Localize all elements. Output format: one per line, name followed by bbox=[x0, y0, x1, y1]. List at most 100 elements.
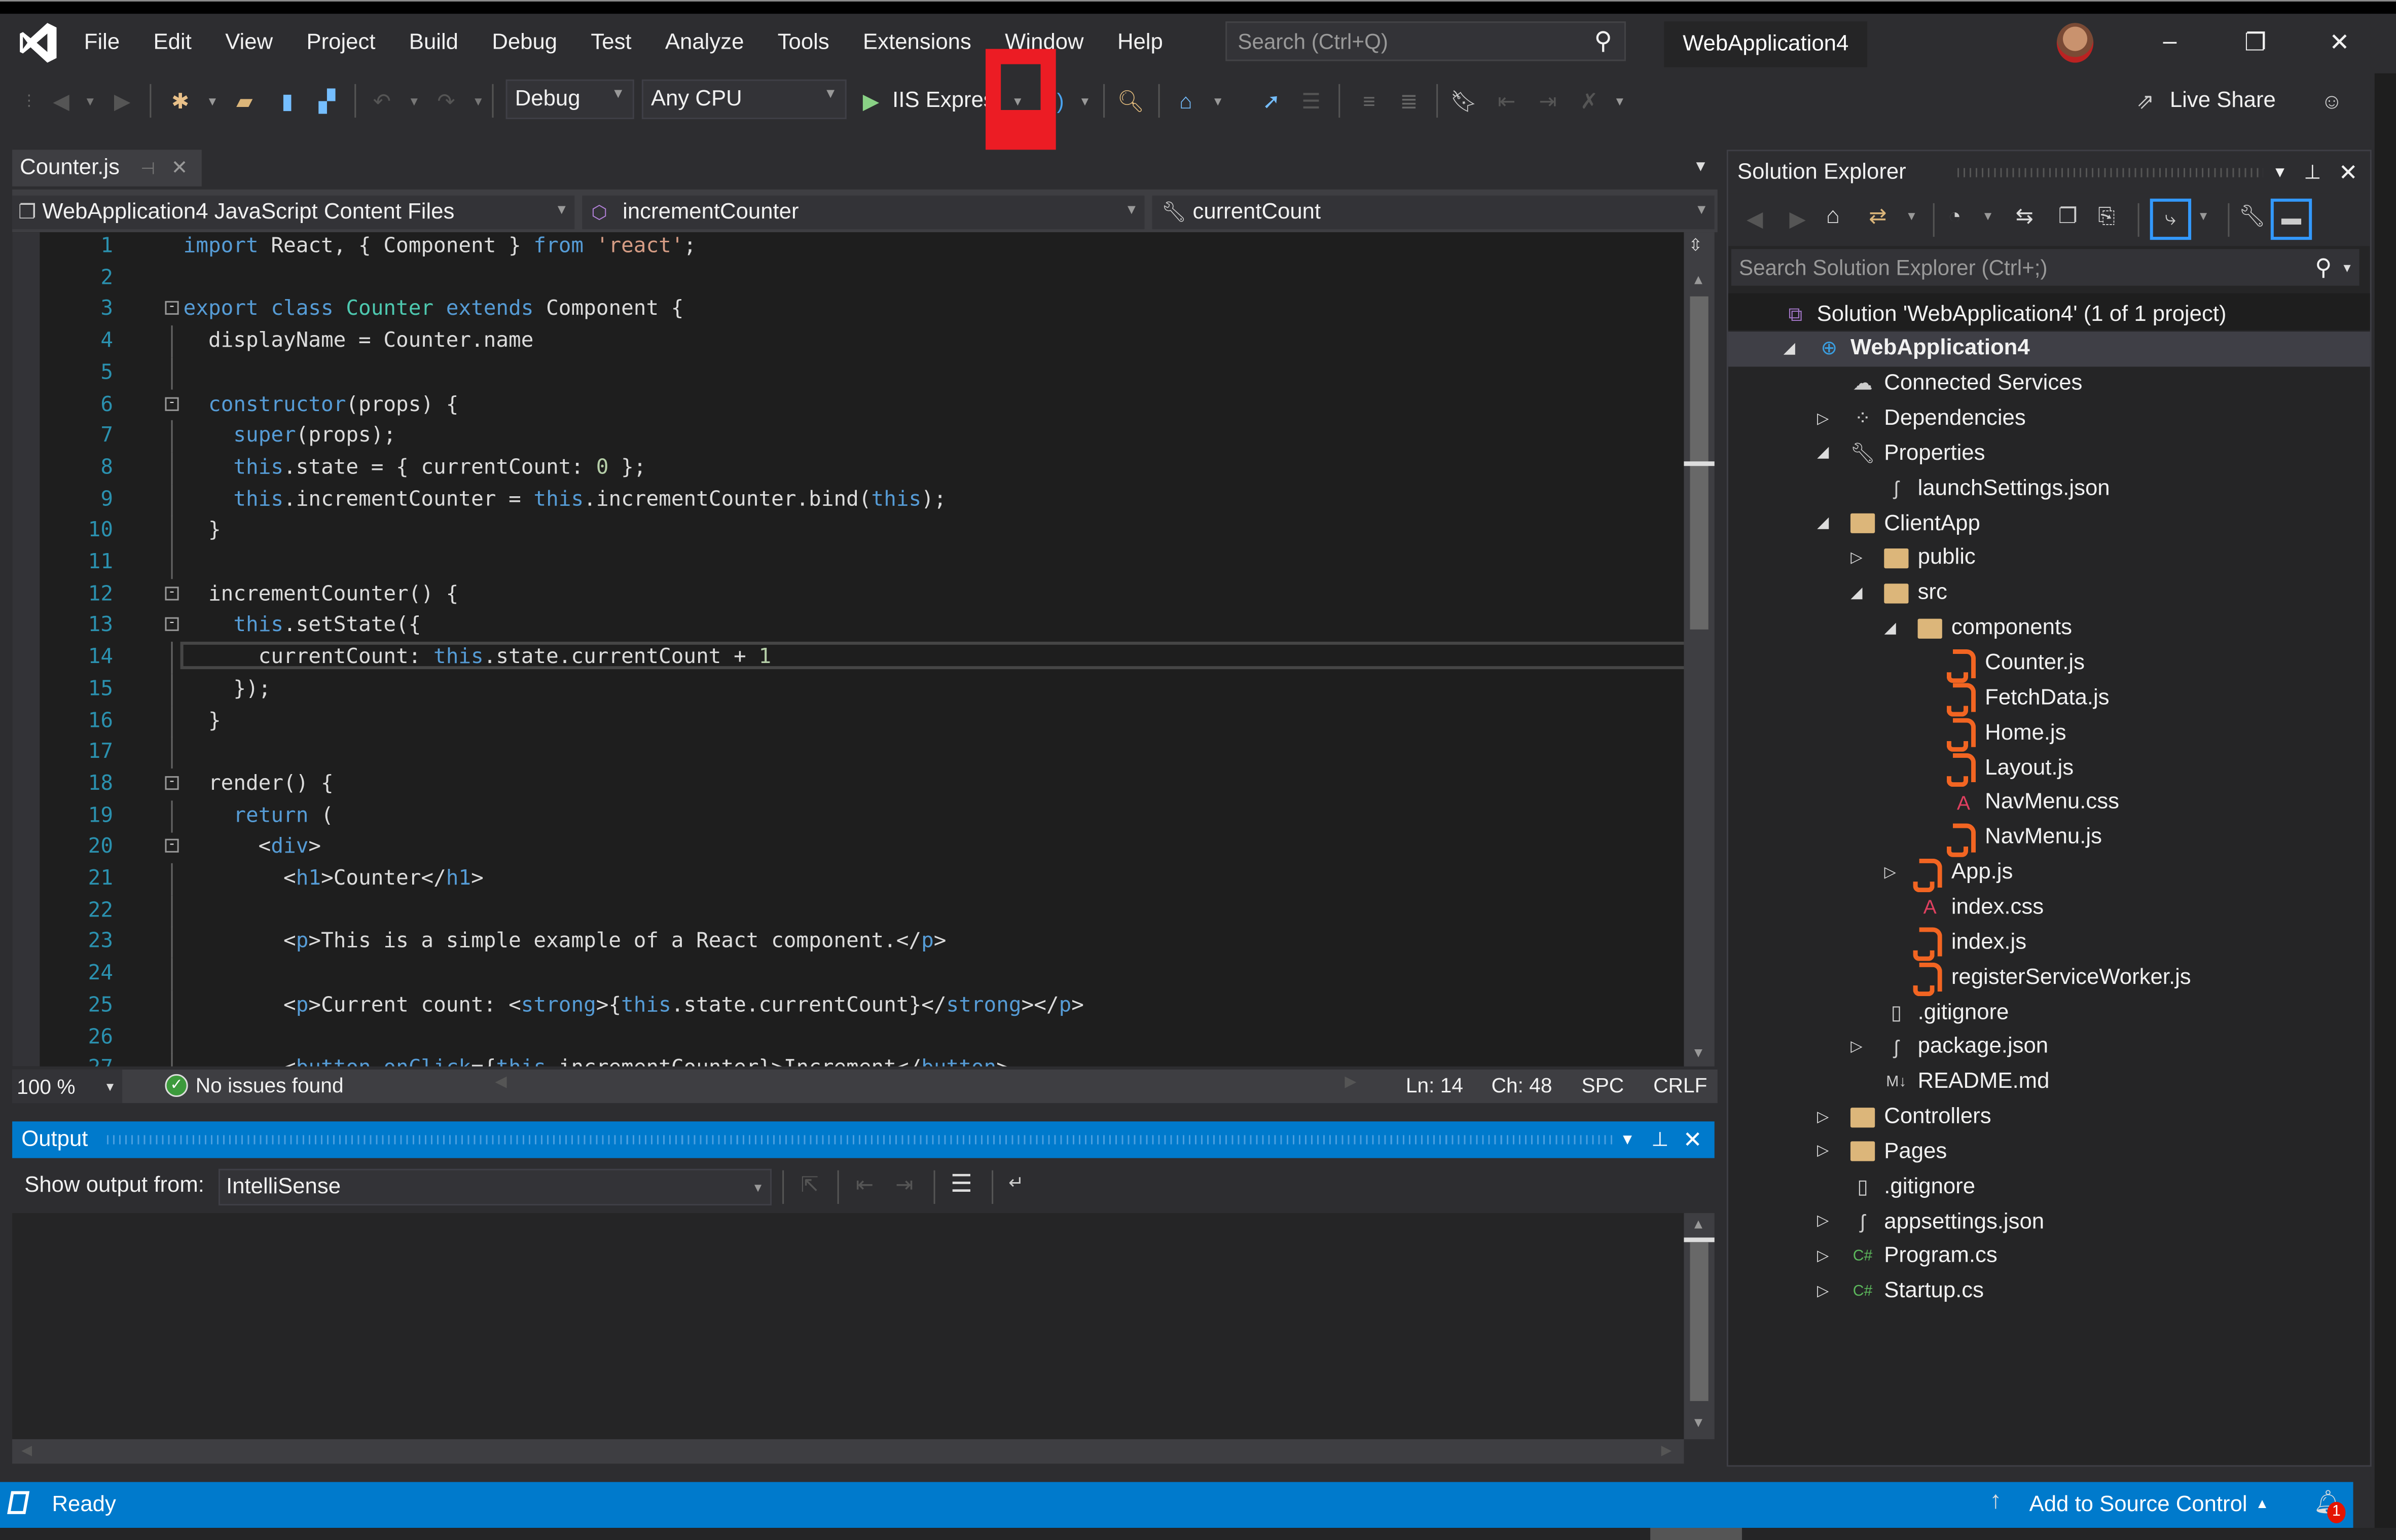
toolbar-grip-icon[interactable]: ⋮ bbox=[21, 84, 37, 118]
issues-status[interactable]: No issues found bbox=[196, 1074, 344, 1097]
add-to-source-control-button[interactable]: Add to Source Control bbox=[2029, 1493, 2247, 1517]
save-icon[interactable]: ▮ bbox=[272, 84, 302, 118]
search-options-dropdown-icon[interactable]: ▼ bbox=[2341, 261, 2353, 274]
select-element-icon[interactable]: ➚ bbox=[1256, 84, 1287, 118]
code-line[interactable]: 10 } bbox=[12, 515, 1684, 547]
code-line[interactable]: 20 - <div> bbox=[12, 832, 1684, 863]
close-button[interactable]: ✕ bbox=[2309, 21, 2370, 64]
code-line[interactable]: 24 bbox=[12, 958, 1684, 991]
scroll-up-icon[interactable]: ▲ bbox=[1691, 272, 1705, 287]
collapse-region-icon[interactable]: - bbox=[165, 301, 179, 316]
new-dropdown-icon[interactable]: ▼ bbox=[205, 84, 220, 118]
scroll-right-icon[interactable]: ▶ bbox=[1661, 1442, 1672, 1459]
code-line[interactable]: 12 - incrementCounter() { bbox=[12, 578, 1684, 610]
window-position-dropdown-icon[interactable]: ▼ bbox=[1620, 1131, 1635, 1148]
bookmark-icon[interactable]: 🔖︎ bbox=[1448, 84, 1479, 118]
chevron-up-icon[interactable]: ▲ bbox=[2256, 1496, 2269, 1511]
tree-item[interactable]: ▷ public bbox=[1728, 541, 2370, 576]
tab-list-dropdown-icon[interactable]: ▼ bbox=[1693, 159, 1709, 175]
run-target-button[interactable]: IIS Expres bbox=[892, 84, 987, 118]
open-file-icon[interactable]: ▰ bbox=[229, 84, 260, 118]
show-all-files-icon[interactable]: ⎘ bbox=[2098, 203, 2115, 229]
browser-link-dropdown-icon[interactable]: ▼ bbox=[1210, 84, 1225, 118]
redo-icon[interactable]: ↷ bbox=[431, 84, 461, 118]
navigate-forward-icon[interactable]: ▶ bbox=[107, 84, 137, 118]
tree-item[interactable]: Layout.js bbox=[1728, 750, 2370, 787]
tree-item[interactable]: ▷ C# Startup.cs bbox=[1728, 1274, 2370, 1309]
collapse-arrow-icon[interactable]: ◢ bbox=[1814, 515, 1832, 532]
menu-view[interactable]: View bbox=[208, 30, 289, 55]
search-icon[interactable]: ⚲ bbox=[2315, 253, 2332, 281]
code-line[interactable]: 26 bbox=[12, 1021, 1684, 1054]
tree-item[interactable]: registerServiceWorker.js bbox=[1728, 960, 2370, 997]
pin-icon[interactable]: ⊣ bbox=[140, 158, 155, 178]
tree-item[interactable]: ☁ Connected Services bbox=[1728, 366, 2370, 401]
expand-arrow-icon[interactable]: ▷ bbox=[1814, 1283, 1832, 1300]
code-line[interactable]: 3 - export class Counter extends Component… bbox=[12, 294, 1684, 325]
tree-item[interactable]: ▷ Controllers bbox=[1728, 1099, 2370, 1134]
tree-item[interactable]: M↓ README.md bbox=[1728, 1065, 2370, 1099]
collapse-region-icon[interactable]: - bbox=[165, 585, 179, 600]
menu-edit[interactable]: Edit bbox=[136, 30, 208, 55]
feedback-icon[interactable]: ☺ bbox=[2316, 84, 2347, 118]
scroll-down-icon[interactable]: ▼ bbox=[1691, 1045, 1705, 1060]
switch-views-dropdown-icon[interactable]: ▼ bbox=[1905, 209, 1917, 223]
tree-item[interactable]: ▷ C# Program.cs bbox=[1728, 1239, 2370, 1274]
pin-icon[interactable]: ⊥ bbox=[1651, 1127, 1668, 1152]
clear-all-icon[interactable]: ☰ bbox=[951, 1169, 972, 1199]
close-panel-icon[interactable]: ✕ bbox=[2339, 159, 2358, 186]
next-bookmark-icon[interactable]: ⇥ bbox=[1533, 84, 1563, 118]
member-dropdown[interactable]: ⬡ incrementCounter ▼ bbox=[582, 195, 1145, 230]
expand-arrow-icon[interactable]: ▷ bbox=[1814, 1109, 1832, 1125]
toolbar-overflow-icon[interactable]: ▼ bbox=[1612, 84, 1627, 118]
preview-selected-items-icon[interactable]: ⤷ bbox=[2150, 198, 2192, 240]
tree-item[interactable]: Counter.js bbox=[1728, 645, 2370, 682]
refresh-icon[interactable]: ) bbox=[1055, 84, 1067, 118]
menu-extensions[interactable]: Extensions bbox=[846, 30, 988, 55]
next-message-icon[interactable]: ⇥ bbox=[895, 1172, 913, 1198]
solution-explorer-search[interactable]: Search Solution Explorer (Ctrl+;) ⚲ ▼ bbox=[1731, 249, 2359, 286]
tree-item[interactable]: ▯ .gitignore bbox=[1728, 995, 2370, 1030]
code-line[interactable]: 6 - constructor(props) { bbox=[12, 389, 1684, 420]
platform-dropdown[interactable]: Any CPU ▼ bbox=[641, 79, 847, 120]
back-icon[interactable]: ◀ bbox=[1747, 206, 1763, 232]
expand-arrow-icon[interactable]: ▷ bbox=[1814, 1248, 1832, 1265]
redo-dropdown-icon[interactable]: ▼ bbox=[470, 84, 486, 118]
tree-item[interactable]: ◢ ClientApp bbox=[1728, 506, 2370, 541]
refresh-dropdown-icon[interactable]: ▼ bbox=[1076, 84, 1094, 118]
back-dropdown-icon[interactable]: ▼ bbox=[83, 84, 98, 118]
code-line[interactable]: 4 displayName = Counter.name bbox=[12, 325, 1684, 358]
menu-tools[interactable]: Tools bbox=[761, 30, 846, 55]
uncomment-icon[interactable]: ≣ bbox=[1394, 84, 1424, 118]
expand-arrow-icon[interactable]: ▷ bbox=[1814, 1213, 1832, 1230]
code-line[interactable]: 11 bbox=[12, 547, 1684, 579]
code-line[interactable]: 2 bbox=[12, 262, 1684, 294]
restore-button[interactable]: ❐ bbox=[2225, 21, 2286, 64]
tree-item[interactable]: ◢ ⊕ WebApplication4 bbox=[1728, 331, 2370, 366]
code-line[interactable]: 27 <button onClick={this.incrementCounte… bbox=[12, 1053, 1684, 1067]
tree-item[interactable]: Home.js bbox=[1728, 715, 2370, 752]
tree-item[interactable]: ▷ Pages bbox=[1728, 1134, 2370, 1169]
previous-bookmark-icon[interactable]: ⇤ bbox=[1492, 84, 1522, 118]
drag-grip[interactable] bbox=[106, 1135, 1617, 1145]
editor-vertical-scrollbar[interactable]: ⇳ ▲ ▼ bbox=[1684, 232, 1715, 1067]
expand-arrow-icon[interactable]: ▷ bbox=[1847, 1039, 1866, 1055]
expand-arrow-icon[interactable]: ▷ bbox=[1847, 550, 1866, 567]
home-icon[interactable]: ⌂ bbox=[1826, 203, 1840, 229]
output-text-area[interactable] bbox=[12, 1213, 1684, 1440]
code-line[interactable]: 5 bbox=[12, 357, 1684, 389]
preview-dropdown-icon[interactable]: ▼ bbox=[2197, 209, 2209, 223]
previous-message-icon[interactable]: ⇤ bbox=[856, 1172, 874, 1198]
tree-item[interactable]: index.js bbox=[1728, 925, 2370, 962]
drag-grip[interactable] bbox=[1957, 168, 2263, 177]
output-source-dropdown[interactable]: IntelliSense ▼ bbox=[219, 1168, 772, 1206]
scroll-up-icon[interactable]: ▲ bbox=[1691, 1216, 1705, 1231]
tree-item[interactable]: NavMenu.js bbox=[1728, 820, 2370, 857]
collapse-arrow-icon[interactable]: ◢ bbox=[1847, 585, 1866, 602]
find-message-icon[interactable]: ⇱ bbox=[801, 1172, 818, 1198]
expand-arrow-icon[interactable]: ▷ bbox=[1881, 864, 1899, 881]
search-icon[interactable]: ⚲ bbox=[1594, 26, 1612, 56]
clear-bookmarks-icon[interactable]: ✗ bbox=[1574, 84, 1604, 118]
tree-item[interactable]: ▷ ʃ appsettings.json bbox=[1728, 1204, 2370, 1239]
output-vertical-scrollbar[interactable]: ▲ ▼ bbox=[1684, 1213, 1715, 1440]
